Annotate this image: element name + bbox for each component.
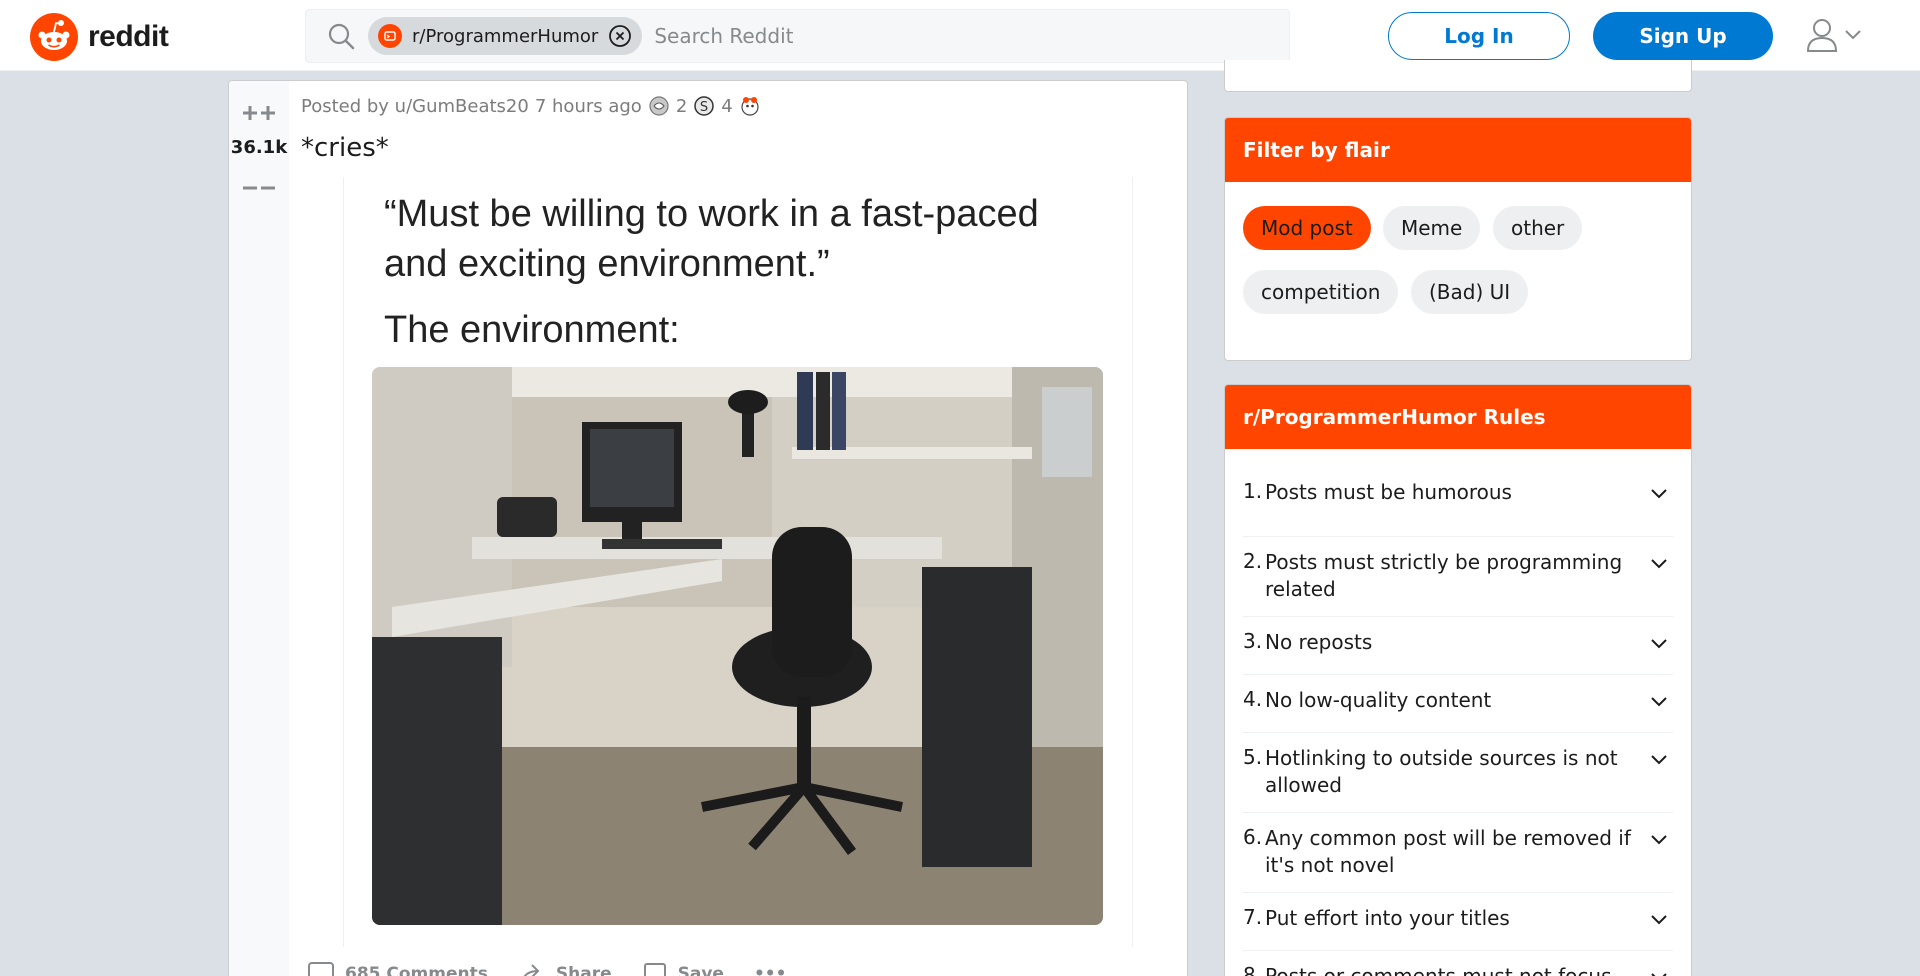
rule-text: Posts must strictly be programming relat… — [1265, 550, 1623, 601]
signup-button[interactable]: Sign Up — [1593, 12, 1773, 60]
rule-text: Put effort into your titles — [1265, 906, 1510, 930]
upvote-icon[interactable] — [241, 101, 277, 125]
flair-competition[interactable]: competition — [1243, 270, 1399, 314]
flair-mod-post[interactable]: Mod post — [1243, 206, 1371, 250]
rule-item[interactable]: 1. Posts must be humorous — [1243, 479, 1673, 537]
vote-score: 36.1k — [230, 137, 288, 158]
search-icon — [328, 23, 355, 50]
cubicle-illustration — [372, 367, 1103, 925]
clear-chip-icon[interactable] — [608, 24, 632, 48]
chevron-down-icon — [1651, 973, 1667, 976]
post-title[interactable]: *cries* — [301, 133, 389, 163]
login-button[interactable]: Log In — [1388, 12, 1570, 60]
chevron-down-icon — [1651, 915, 1667, 925]
bookmark-icon — [643, 963, 666, 976]
post-image[interactable]: “Must be willing to work in a fast-paced… — [343, 177, 1133, 947]
office-cubicle-photo — [372, 367, 1103, 925]
comments-button[interactable]: 685 Comments — [307, 961, 488, 976]
subreddit-icon — [378, 24, 402, 48]
rule-item[interactable]: 7. Put effort into your titles — [1243, 893, 1673, 951]
flair-other[interactable]: other — [1493, 206, 1583, 250]
flair-meme[interactable]: Meme — [1383, 206, 1481, 250]
flair-bad-ui[interactable]: (Bad) UI — [1411, 270, 1529, 314]
chevron-down-icon — [1651, 697, 1667, 707]
subreddit-chip-label: r/ProgrammerHumor — [412, 25, 599, 47]
post-meta: Posted by u/GumBeats20 7 hours ago 2 S 4 — [301, 95, 761, 117]
reddit-snoo-icon — [30, 13, 78, 61]
rule-number: 1. — [1243, 479, 1263, 503]
chevron-down-icon — [1651, 755, 1667, 765]
user-icon — [1806, 19, 1838, 52]
rule-item[interactable]: 8. Posts or comments must not focus — [1243, 951, 1673, 976]
rule-text: Any common post will be removed if it's … — [1265, 826, 1631, 877]
rule-text: No reposts — [1265, 630, 1373, 654]
chevron-down-icon — [1845, 30, 1861, 40]
more-dots-icon: ••• — [753, 964, 787, 976]
rule-item[interactable]: 4. No low-quality content — [1243, 675, 1673, 733]
rule-number: 8. — [1243, 963, 1263, 976]
comments-label: 685 Comments — [345, 964, 488, 976]
wholesome-award-icon[interactable] — [739, 95, 761, 117]
rule-number: 4. — [1243, 687, 1263, 711]
filter-by-flair-card: Filter by flair Mod post Meme other comp… — [1224, 117, 1692, 361]
helpful-award-icon[interactable]: S — [693, 95, 715, 117]
svg-text:S: S — [700, 100, 708, 115]
post-card[interactable]: 36.1k Posted by u/GumBeats20 7 hours ago… — [228, 80, 1188, 976]
rule-item[interactable]: 5. Hotlinking to outside sources is not … — [1243, 733, 1673, 813]
posted-by[interactable]: Posted by u/GumBeats20 — [301, 96, 529, 117]
more-options-button[interactable]: ••• — [754, 961, 787, 976]
rule-text: Hotlinking to outside sources is not all… — [1265, 746, 1618, 797]
rule-number: 7. — [1243, 905, 1263, 929]
chevron-down-icon — [1651, 489, 1667, 499]
post-actions: 685 Comments Share Save ••• — [307, 961, 787, 976]
rule-text: Posts must be humorous — [1265, 480, 1512, 504]
vote-column: 36.1k — [229, 81, 289, 976]
rule-number: 5. — [1243, 745, 1263, 769]
downvote-icon[interactable] — [241, 176, 277, 200]
share-icon — [523, 964, 540, 976]
rule-text: Posts or comments must not focus — [1265, 964, 1612, 976]
rule-item[interactable]: 3. No reposts — [1243, 617, 1673, 675]
chevron-down-icon — [1651, 639, 1667, 649]
meme-caption-line-1: “Must be willing to work in a fast-paced — [384, 193, 1039, 235]
search-input[interactable]: Search Reddit — [654, 24, 793, 48]
meme-caption-line-3: The environment: — [384, 309, 680, 351]
user-dropdown[interactable] — [1806, 18, 1862, 52]
rule-text: No low-quality content — [1265, 688, 1492, 712]
flair-card-title: Filter by flair — [1225, 118, 1691, 182]
chevron-down-icon — [1651, 835, 1667, 845]
meme-caption-line-2: and exciting environment.” — [384, 243, 830, 285]
award-count: 2 — [675, 95, 688, 117]
reddit-logo[interactable]: reddit — [30, 13, 169, 61]
rules-card: r/ProgrammerHumor Rules 1. Posts must be… — [1224, 384, 1692, 976]
rule-number: 6. — [1243, 825, 1263, 849]
rule-item[interactable]: 6. Any common post will be removed if it… — [1243, 813, 1673, 893]
rule-item[interactable]: 2. Posts must strictly be programming re… — [1243, 537, 1673, 617]
save-button[interactable]: Save — [642, 961, 724, 976]
save-label: Save — [677, 964, 724, 976]
rules-card-title: r/ProgrammerHumor Rules — [1225, 385, 1691, 449]
award-count: 4 — [721, 95, 733, 117]
reddit-wordmark: reddit — [88, 20, 169, 53]
chevron-down-icon — [1651, 559, 1667, 569]
comment-icon — [308, 962, 334, 976]
share-button[interactable]: Share — [518, 961, 612, 976]
search-bar[interactable]: r/ProgrammerHumor Search Reddit — [305, 9, 1290, 63]
rule-number: 3. — [1243, 629, 1263, 653]
post-time[interactable]: 7 hours ago — [535, 96, 642, 117]
share-label: Share — [555, 964, 612, 976]
silver-award-icon[interactable] — [648, 95, 670, 117]
sidebar-top-card — [1224, 60, 1692, 92]
subreddit-filter-chip[interactable]: r/ProgrammerHumor — [368, 17, 643, 55]
rule-number: 2. — [1243, 549, 1263, 573]
